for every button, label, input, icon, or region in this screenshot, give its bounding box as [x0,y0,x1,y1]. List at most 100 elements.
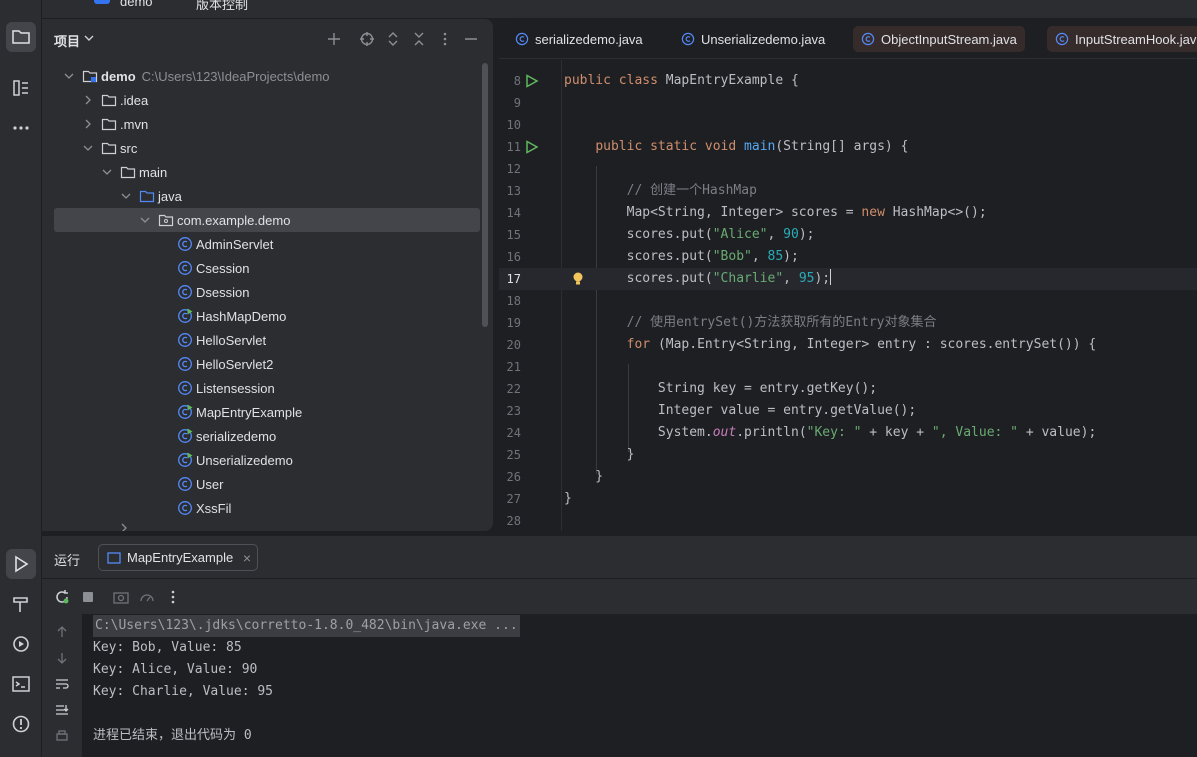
code-line[interactable]: 18 [499,290,1197,312]
editor-tab[interactable]: ObjectInputStream.java [853,26,1025,52]
code-line[interactable]: 22 String key = entry.getKey(); [499,378,1197,400]
tree-item[interactable]: HelloServlet [54,328,480,352]
tree-arrow[interactable] [100,165,114,179]
tree-arrow[interactable] [157,261,171,275]
tree-item[interactable]: Csession [54,256,480,280]
console-output[interactable]: C:\Users\123\.jdks\corretto-1.8.0_482\bi… [93,614,1193,757]
project-name[interactable]: demo [120,0,153,9]
tree-arrow[interactable] [157,357,171,371]
screenshot-button[interactable] [113,589,129,605]
tree-arrow[interactable] [157,285,171,299]
code-line[interactable]: 8 public class MapEntryExample { [499,70,1197,92]
chevron-right-icon[interactable] [82,118,94,130]
tree-arrow[interactable] [157,501,171,515]
expand-all-icon[interactable] [385,31,401,47]
problems-tool-button[interactable] [6,709,36,739]
tree-item[interactable]: .idea [54,88,480,112]
tree-item[interactable]: demo C:\Users\123\IdeaProjects\demo [54,64,480,88]
tree-item[interactable]: User [54,472,480,496]
tree-arrow[interactable] [81,117,95,131]
run-options-button[interactable] [165,589,181,605]
tree-item[interactable]: AdminServlet [54,232,480,256]
code-line[interactable]: 9 [499,92,1197,114]
code-line[interactable]: 15 scores.put("Alice", 90); [499,224,1197,246]
tree-item[interactable]: HashMapDemo [54,304,480,328]
tree-arrow[interactable] [81,93,95,107]
structure-tool-button[interactable] [6,73,36,103]
scroll-up-button[interactable] [54,624,70,640]
code-line[interactable]: 10 [499,114,1197,136]
code-line[interactable]: 20 for (Map.Entry<String, Integer> entry… [499,334,1197,356]
tree-item[interactable]: main [54,160,480,184]
code-line[interactable]: 16 scores.put("Bob", 85); [499,246,1197,268]
terminal-tool-button[interactable] [6,669,36,699]
tree-arrow[interactable] [157,381,171,395]
tree-item[interactable]: serializedemo [54,424,480,448]
run-config-tab[interactable]: MapEntryExample × [98,544,258,571]
code-area[interactable]: 8 public class MapEntryExample {9 10 11 pub… [499,60,1197,531]
build-tool-button[interactable] [6,589,36,619]
tree-item[interactable]: MapEntryExample [54,400,480,424]
tree-item[interactable]: Listensession [54,376,480,400]
tree-arrow[interactable] [157,477,171,491]
chevron-down-icon[interactable] [101,166,113,178]
code-line[interactable]: 12 [499,158,1197,180]
tree-arrow[interactable] [157,429,171,443]
vcs-label[interactable]: 版本控制 [196,0,248,13]
editor-tab[interactable]: Unserializedemo.java [673,26,833,52]
tree-item[interactable]: .mvn [54,112,480,136]
editor-tab[interactable]: serializedemo.java [507,26,651,52]
tree-item[interactable]: Dsession [54,280,480,304]
project-tool-button[interactable] [6,22,36,52]
tree-arrow[interactable] [81,141,95,155]
chevron-down-icon[interactable] [84,33,94,43]
locate-icon[interactable] [359,31,375,47]
tree-arrow[interactable] [157,405,171,419]
tree-arrow[interactable] [157,237,171,251]
services-tool-button[interactable] [6,629,36,659]
run-tool-button[interactable] [6,549,36,579]
print-button[interactable] [54,728,70,744]
stop-button[interactable] [80,589,96,605]
code-line[interactable]: 19 // 使用entrySet()方法获取所有的Entry对象集合 [499,312,1197,334]
code-line[interactable]: 13 // 创建一个HashMap [499,180,1197,202]
tree-item[interactable]: src [54,136,480,160]
collapse-all-icon[interactable] [411,31,427,47]
close-icon[interactable]: × [243,550,251,566]
soft-wrap-button[interactable] [54,676,70,692]
tree-arrow[interactable] [157,309,171,323]
code-line[interactable]: 11 public static void main(String[] args… [499,136,1197,158]
tree-item[interactable]: java [54,184,480,208]
code-line[interactable]: 17 scores.put("Charlie", 95); [499,268,1197,290]
code-line[interactable]: 21 [499,356,1197,378]
run-gutter-icon[interactable] [525,140,539,154]
tree-arrow[interactable] [62,69,76,83]
code-line[interactable]: 23 Integer value = entry.getValue(); [499,400,1197,422]
editor-tab[interactable]: InputStreamHook.jav [1047,26,1197,52]
tree-arrow[interactable] [157,333,171,347]
scroll-to-end-button[interactable] [54,702,70,718]
scroll-down-button[interactable] [54,650,70,666]
tree-arrow[interactable] [119,189,133,203]
tree-item[interactable]: HelloServlet2 [54,352,480,376]
code-line[interactable]: 28 [499,510,1197,531]
profiler-button[interactable] [139,589,155,605]
chevron-down-icon[interactable] [139,214,151,226]
code-line[interactable]: 25 } [499,444,1197,466]
tree-item[interactable]: XssFil [54,496,480,520]
project-panel-title[interactable]: 项目 [54,31,80,50]
add-icon[interactable] [326,31,342,47]
tree-arrow[interactable] [157,453,171,467]
code-line[interactable]: 27} [499,488,1197,510]
tree-item[interactable]: com.example.demo [54,208,480,232]
more-tools-button[interactable] [6,113,36,143]
options-icon[interactable] [437,31,453,47]
rerun-button[interactable] [54,589,70,605]
code-line[interactable]: 14 Map<String, Integer> scores = new Has… [499,202,1197,224]
project-scrollbar[interactable] [482,63,488,327]
tree-item[interactable]: Unserializedemo [54,448,480,472]
chevron-down-icon[interactable] [82,142,94,154]
code-line[interactable]: 26 } [499,466,1197,488]
chevron-right-icon[interactable] [82,94,94,106]
chevron-down-icon[interactable] [120,190,132,202]
